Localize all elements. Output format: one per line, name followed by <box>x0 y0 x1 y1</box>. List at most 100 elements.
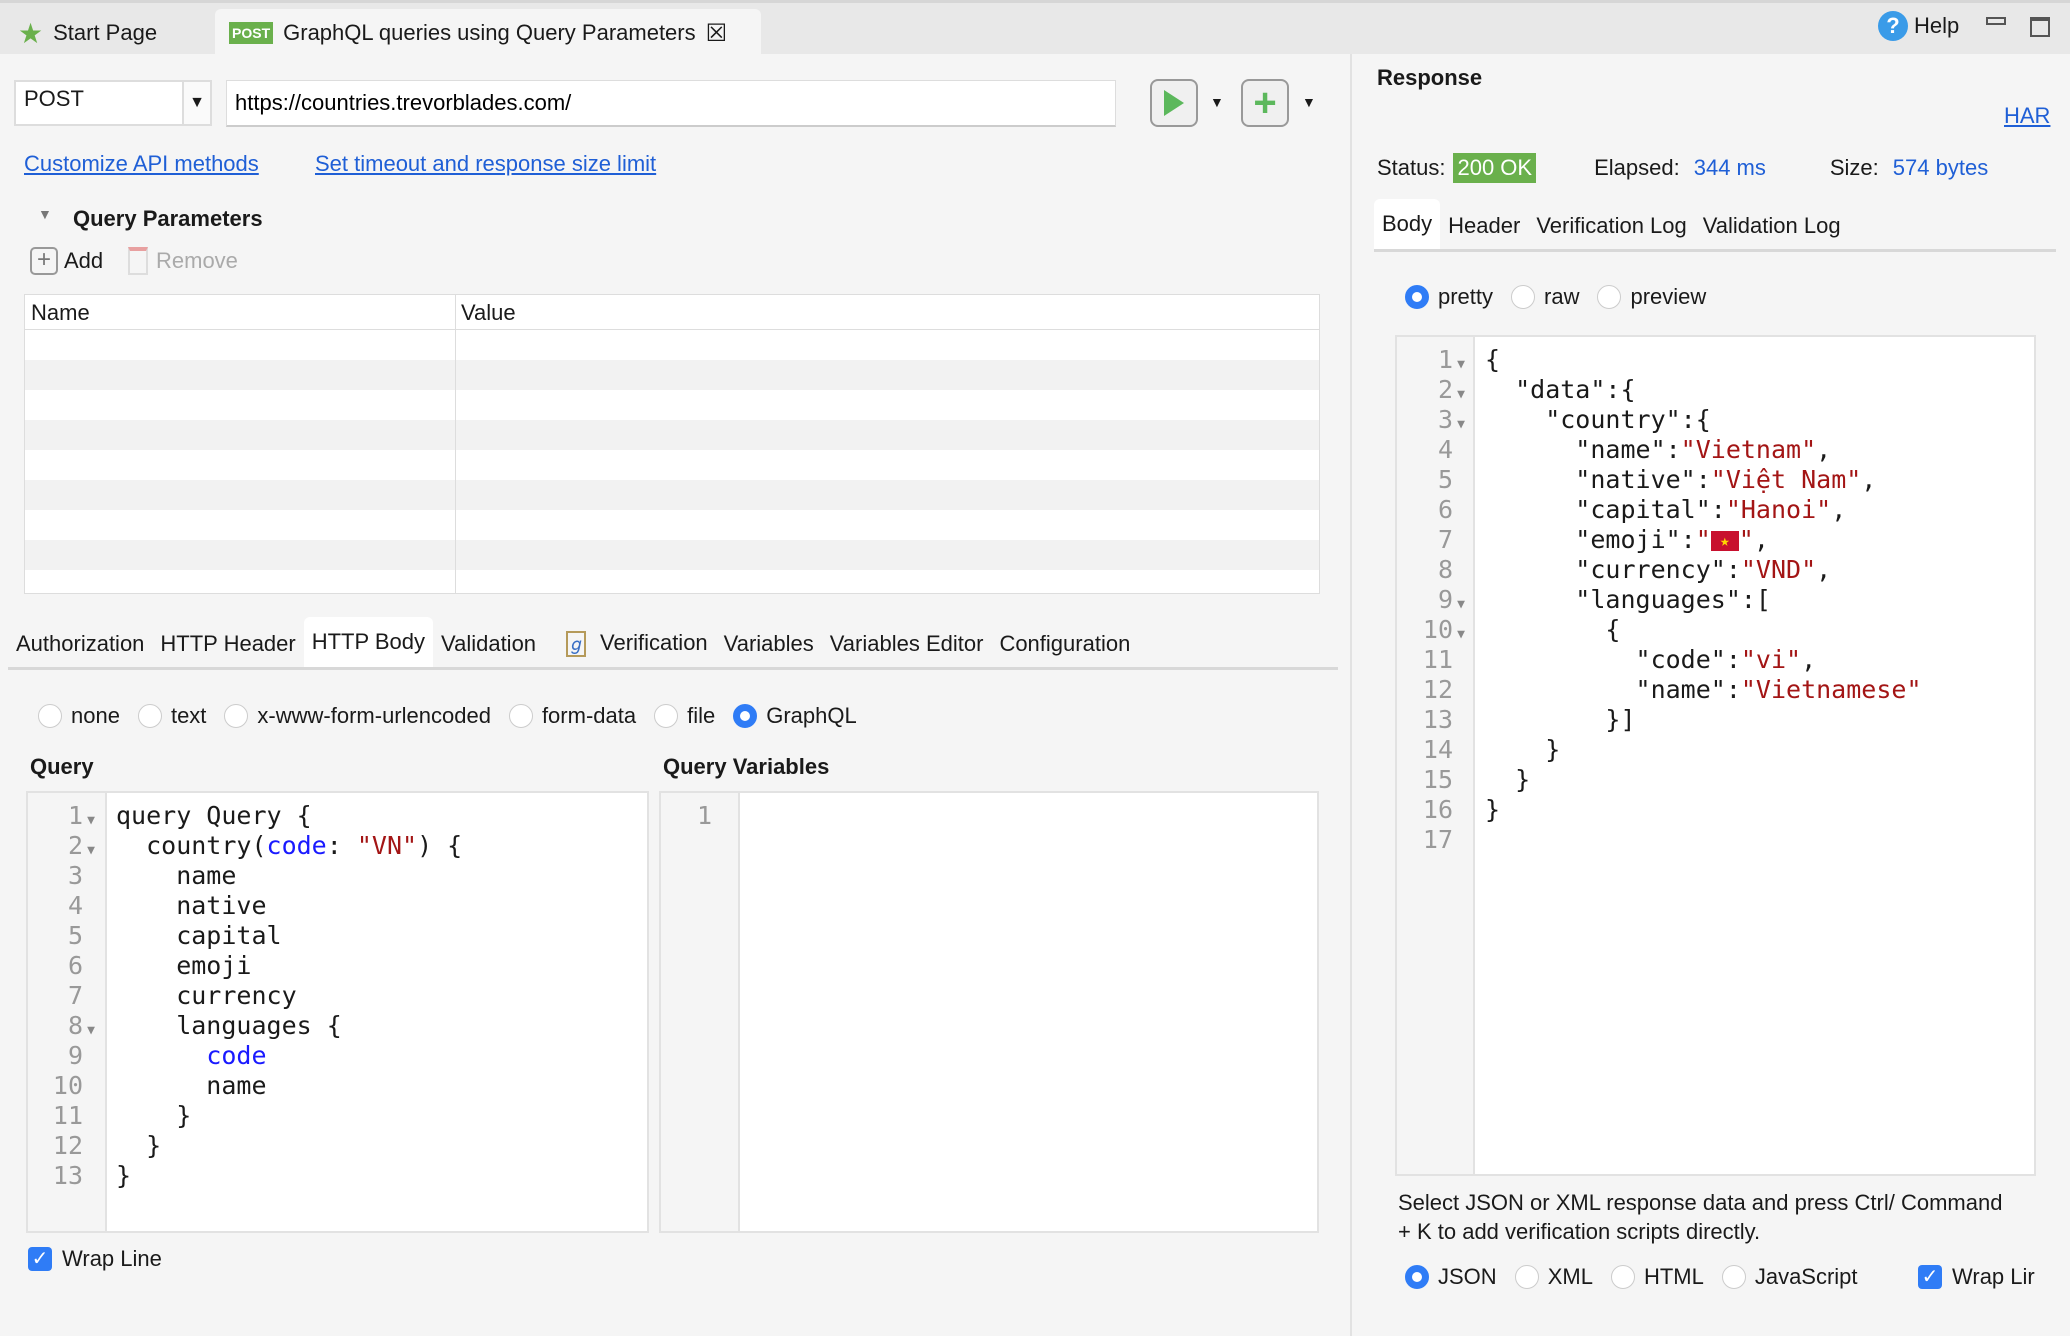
set-timeout-link[interactable]: Set timeout and response size limit <box>315 151 656 177</box>
code-line: native <box>116 891 462 921</box>
run-dropdown-icon[interactable]: ▼ <box>1210 94 1224 110</box>
response-tabs: Body Header Verification Log Validation Log <box>1374 199 2056 252</box>
radio-icon[interactable] <box>38 704 62 728</box>
tab-authorization[interactable]: Authorization <box>8 631 152 667</box>
body-type-none[interactable]: none <box>38 703 120 729</box>
collapse-triangle-icon[interactable]: ▼ <box>38 206 52 222</box>
line-number: 6 <box>1437 495 1453 524</box>
tab-start-page[interactable]: ★ Start Page <box>4 9 171 57</box>
tab-http-header[interactable]: HTTP Header <box>152 631 303 667</box>
line-number: 1 ▼ <box>53 801 99 831</box>
tab-label: Verification Log <box>1536 213 1687 238</box>
code-token: "Hanoi" <box>1725 495 1832 524</box>
code-token: } <box>116 1131 162 1160</box>
wrap-line-checkbox[interactable]: ✓ Wrap Line <box>28 1246 162 1272</box>
code-line: "code":"vi", <box>1485 645 1922 675</box>
radio-icon[interactable] <box>1721 1265 1746 1289</box>
code-token: } <box>1485 735 1561 764</box>
radio-icon[interactable] <box>508 704 533 728</box>
format-raw[interactable]: raw <box>1511 284 1579 310</box>
method-select[interactable]: POST ▼ <box>14 80 212 126</box>
body-type-text[interactable]: text <box>137 703 206 729</box>
format-pretty[interactable]: pretty <box>1405 284 1493 310</box>
close-icon[interactable]: ☒ <box>706 19 728 48</box>
radio-icon[interactable] <box>224 704 249 728</box>
tab-label: Verification <box>600 630 708 655</box>
tab-http-body[interactable]: HTTP Body <box>303 617 434 667</box>
response-tab-header[interactable]: Header <box>1440 213 1528 249</box>
radio-icon[interactable] <box>1610 1265 1635 1289</box>
body-type-graphql[interactable]: GraphQL <box>733 703 857 729</box>
add-param-button[interactable]: + Add <box>30 247 103 275</box>
run-button[interactable] <box>1150 79 1198 127</box>
code-line: "languages":[ <box>1485 585 1922 615</box>
tab-verification[interactable]: 𝑔 Verification <box>544 630 716 667</box>
code-token: emoji <box>116 951 252 980</box>
line-number: 4 <box>1437 435 1453 464</box>
tab-configuration[interactable]: Configuration <box>991 631 1138 667</box>
code-line: "name":"Vietnam", <box>1485 435 1922 465</box>
add-button[interactable]: + <box>1241 79 1289 127</box>
radio-label: raw <box>1544 284 1580 309</box>
help-button[interactable]: ? Help <box>1878 11 1959 41</box>
tab-validation[interactable]: Validation <box>433 631 544 667</box>
line-number: 3 ▼ <box>1423 405 1469 435</box>
tab-variables[interactable]: Variables <box>716 631 822 667</box>
response-tab-validation-log[interactable]: Validation Log <box>1695 213 1849 249</box>
panel-divider[interactable] <box>1350 54 1352 1336</box>
code-token: code <box>206 1041 267 1070</box>
code-token: "Việt Nam" <box>1710 465 1862 494</box>
url-input[interactable] <box>226 80 1116 127</box>
type-html[interactable]: HTML <box>1610 1264 1704 1290</box>
customize-api-methods-link[interactable]: Customize API methods <box>24 151 259 177</box>
code-line: }] <box>1485 705 1922 735</box>
radio-icon[interactable] <box>1405 1265 1429 1289</box>
response-tab-verification-log[interactable]: Verification Log <box>1528 213 1694 249</box>
code-token: "Vietnam" <box>1680 435 1817 464</box>
code-token: "name": <box>1485 675 1741 704</box>
query-editor[interactable]: 1 ▼ 2 ▼ 3 4 5 6 7 8 ▼ 9 10 11 12 13 query Query { count… <box>26 791 649 1233</box>
response-body-editor[interactable]: 1 ▼ 2 ▼ 3 ▼ 4 5 6 7 8 9 ▼ 10 ▼ 11 12 13 14 15 16 17 { "data":… <box>1395 335 2036 1176</box>
radio-icon[interactable] <box>733 704 758 728</box>
line-number: 3 <box>67 861 83 890</box>
radio-icon[interactable] <box>1514 1265 1539 1289</box>
tab-label: Configuration <box>999 631 1131 656</box>
code-line: } <box>1485 795 1922 825</box>
radio-icon[interactable] <box>1405 285 1429 309</box>
query-label: Query <box>30 754 94 779</box>
post-badge: POST <box>229 22 274 44</box>
code-token: , <box>1801 645 1817 674</box>
code-line: country(code: "VN") { <box>116 831 462 861</box>
line-number: 17 <box>1422 825 1453 854</box>
type-javascript[interactable]: JavaScript <box>1721 1264 1858 1290</box>
radio-icon[interactable] <box>654 704 679 728</box>
type-xml[interactable]: XML <box>1514 1264 1593 1290</box>
column-name: Name <box>31 300 90 325</box>
body-type-x-www-form-urlencoded[interactable]: x-www-form-urlencoded <box>224 703 491 729</box>
maximize-icon[interactable] <box>2030 17 2050 37</box>
response-tab-body[interactable]: Body <box>1374 199 1441 249</box>
type-json[interactable]: JSON <box>1405 1264 1497 1290</box>
add-dropdown-icon[interactable]: ▼ <box>1302 94 1316 110</box>
minimize-icon[interactable] <box>1986 17 2006 25</box>
radio-icon[interactable] <box>1597 285 1622 309</box>
remove-param-button[interactable]: Remove <box>128 247 238 275</box>
code-token: } <box>1485 765 1531 794</box>
tab-graphql-request[interactable]: POST GraphQL queries using Query Paramet… <box>215 9 761 57</box>
har-link[interactable]: HAR <box>2004 103 2050 129</box>
body-type-form-data[interactable]: form-data <box>508 703 636 729</box>
tab-variables-editor[interactable]: Variables Editor <box>822 631 992 667</box>
format-preview[interactable]: preview <box>1597 284 1706 310</box>
body-type-file[interactable]: file <box>654 703 715 729</box>
code-token: "native": <box>1485 465 1711 494</box>
line-number: 12 <box>1422 675 1453 704</box>
code-token: { <box>1485 615 1621 644</box>
query-variables-editor[interactable]: 1 <box>659 791 1319 1233</box>
radio-icon[interactable] <box>137 704 162 728</box>
chevron-down-icon[interactable]: ▼ <box>182 82 210 124</box>
radio-icon[interactable] <box>1511 285 1536 309</box>
response-wrap-line-checkbox[interactable]: ✓ Wrap Lir <box>1918 1264 2038 1290</box>
code-token: " <box>1738 525 1754 554</box>
tab-label: Validation <box>441 631 537 656</box>
code-line: "currency":"VND", <box>1485 555 1922 585</box>
